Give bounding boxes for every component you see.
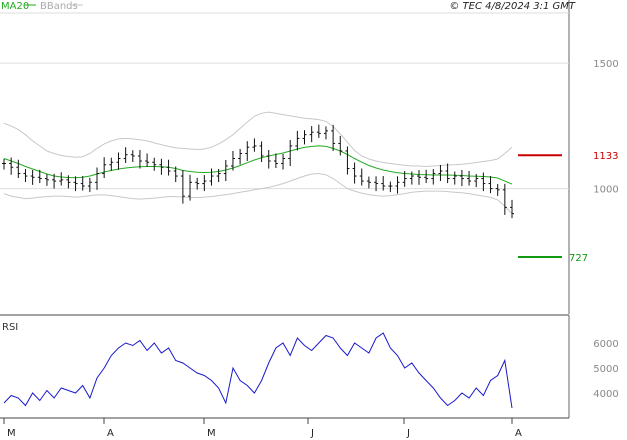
price-bars [2, 124, 514, 219]
price-bar [281, 153, 286, 170]
price-bar [352, 162, 357, 184]
stock-chart: MA20 BBands © TEC 4/8/2024 3:1 GMT 15001… [0, 0, 619, 439]
price-bar [338, 135, 343, 156]
price-bar [130, 150, 135, 162]
price-panel: 1500 1000 1133 727 [0, 0, 619, 314]
price-bar [288, 139, 293, 167]
price-bar [116, 152, 121, 170]
price-bar [23, 169, 28, 183]
legend-ma20: MA20 [1, 1, 29, 12]
price-bar [388, 181, 393, 193]
price-bar [238, 148, 243, 165]
month-label: M [7, 428, 16, 439]
month-label: J [310, 428, 314, 439]
price-bar [416, 170, 421, 185]
price-bar [245, 141, 250, 161]
price-bar [137, 149, 142, 169]
price-bar [431, 169, 436, 185]
price-bar [87, 177, 92, 193]
price-bar [316, 124, 321, 138]
price-bar [252, 138, 257, 152]
price-gridlines [0, 62, 569, 190]
price-bar [195, 177, 200, 190]
price-bar [488, 176, 493, 194]
price-bar [95, 167, 100, 190]
price-bar [467, 171, 472, 186]
price-bar [2, 158, 6, 170]
price-bar [273, 153, 278, 169]
price-bar [395, 176, 400, 194]
price-tick-label: 1500 [593, 59, 618, 70]
price-bar [510, 199, 514, 219]
rsi-tick-label: 6000 [593, 339, 618, 350]
price-bar [30, 170, 35, 185]
price-bar [424, 169, 429, 184]
price-bar [359, 168, 364, 186]
rsi-title: RSI [2, 322, 18, 333]
price-bar [145, 153, 150, 167]
price-bar [152, 157, 157, 171]
support-level-label: 727 [569, 253, 588, 264]
price-bar [331, 124, 336, 151]
price-bar [295, 130, 300, 151]
price-bar [309, 126, 314, 143]
rsi-axis-ticks: 6000 5000 4000 [593, 339, 618, 400]
month-label: J [406, 428, 410, 439]
price-bar [188, 174, 193, 201]
month-label: M [207, 428, 216, 439]
rsi-tick-label: 4000 [593, 389, 618, 400]
month-label: A [515, 428, 522, 439]
price-bar [495, 184, 500, 196]
price-bar [323, 126, 328, 140]
chart-legend: MA20 BBands [1, 1, 83, 12]
price-bar [59, 172, 64, 186]
rsi-tick-label: 5000 [593, 364, 618, 375]
price-bar [123, 147, 128, 163]
price-bar [459, 170, 464, 187]
price-bar [438, 165, 443, 182]
price-bar [180, 170, 185, 204]
price-bar [259, 141, 264, 162]
legend-bbands: BBands [40, 1, 78, 12]
rsi-line [3, 332, 513, 409]
price-bar [109, 157, 114, 171]
bbands-lower-line [3, 172, 513, 215]
timestamp: © TEC 4/8/2024 3:1 GMT [449, 1, 576, 12]
month-label: A [107, 428, 114, 439]
price-bar [366, 176, 371, 189]
price-levels: 1133 727 [518, 151, 618, 264]
price-tick-label: 1000 [593, 185, 618, 196]
month-axis: MAMJJA [3, 418, 522, 439]
ma20-line [3, 145, 513, 185]
price-axis-ticks: 1500 1000 [593, 59, 618, 195]
price-bar [345, 146, 350, 175]
price-bar [44, 174, 49, 186]
price-bar [302, 130, 307, 145]
price-bar [452, 171, 457, 185]
price-bar [102, 157, 107, 179]
rsi-panel: RSI 6000 5000 4000 [2, 315, 619, 418]
price-bar [266, 149, 271, 169]
resistance-level-label: 1133 [593, 151, 618, 162]
price-bar [445, 163, 450, 184]
price-bar [209, 168, 214, 186]
